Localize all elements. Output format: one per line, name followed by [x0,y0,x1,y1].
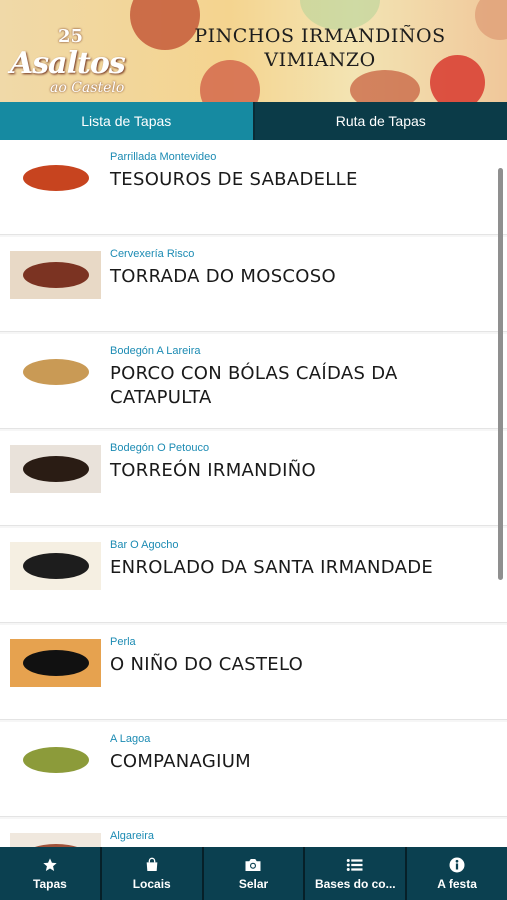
dish-image [22,262,89,288]
bottom-navigation: Tapas Locais Selar Bases do co... A fest… [0,847,507,900]
bar-name: Bodegón O Petouco [110,442,210,454]
tapa-name: TESOUROS DE SABADELLE [110,169,358,190]
tapa-thumbnail [10,348,101,396]
tapa-thumbnail [10,639,101,687]
bar-name: Perla [110,636,136,648]
tapas-list[interactable]: Parrillada Montevideo TESOUROS DE SABADE… [0,140,507,847]
nav-label: Tapas [33,877,67,891]
tapa-thumbnail [10,542,101,590]
tapa-thumbnail [10,445,101,493]
star-icon [40,856,60,874]
page-title: PINCHOS IRMANDIÑOS VIMIANZO [180,24,460,72]
bar-name: Parrillada Montevideo [110,151,217,163]
decor-shape [475,0,507,40]
tapa-thumbnail [10,154,101,202]
nav-tapas[interactable]: Tapas [0,847,100,900]
nav-locais[interactable]: Locais [99,847,202,900]
tapa-name: TORRADA DO MOSCOSO [110,266,336,287]
tapa-name: TORREÓN IRMANDIÑO [110,460,316,481]
header-banner: 25 Asaltos ao Castelo PINCHOS IRMANDIÑOS… [0,0,507,102]
tab-bar: Lista de Tapas Ruta de Tapas [0,102,507,140]
nav-label: Selar [238,877,269,891]
title-line-1: PINCHOS IRMANDIÑOS [194,25,446,47]
list-item[interactable]: Bar O Agocho ENROLADO DA SANTA IRMANDADE [0,528,507,623]
dish-image [22,165,89,191]
tab-lista-de-tapas[interactable]: Lista de Tapas [0,102,253,140]
tapa-name: ENROLADO DA SANTA IRMANDADE [110,557,434,578]
list-icon [345,856,365,874]
info-icon [447,856,467,874]
scrollbar[interactable] [498,168,503,580]
bar-name: A Lagoa [110,733,151,745]
decor-shape [350,70,420,102]
tapa-name: O NIÑO DO CASTELO [110,654,304,675]
bar-name: Bar O Agocho [110,539,179,551]
nav-label: Bases do co... [314,877,396,891]
dish-image [22,650,89,676]
nav-label: Locais [132,877,171,891]
logo-number: 25 [58,26,84,47]
dish-image [22,747,89,773]
tapa-thumbnail [10,251,101,299]
camera-icon [243,856,263,874]
list-item[interactable]: Bodegón A Lareira PORCO CON BÓLAS CAÍDAS… [0,334,507,429]
logo-text: Asaltos [10,46,126,81]
dish-image [22,456,89,482]
dish-image [22,553,89,579]
tapa-name: PORCO CON BÓLAS CAÍDAS DA CATAPULTA [110,363,398,408]
logo-subtext: ao Castelo [50,80,125,96]
list-item[interactable]: Parrillada Montevideo TESOUROS DE SABADE… [0,140,507,235]
bar-name: Algareira [110,830,155,842]
tapa-thumbnail [10,736,101,784]
nav-selar[interactable]: Selar [201,847,304,900]
list-item[interactable]: Cervexería Risco TORRADA DO MOSCOSO [0,237,507,332]
nav-bases[interactable]: Bases do co... [303,847,406,900]
tapa-thumbnail [10,833,101,847]
bar-name: Cervexería Risco [110,248,195,260]
tab-ruta-de-tapas[interactable]: Ruta de Tapas [252,102,507,140]
festival-logo: 25 Asaltos ao Castelo [10,8,126,98]
bar-name: Bodegón A Lareira [110,345,201,357]
bag-icon [142,856,162,874]
list-item[interactable]: Algareira [0,819,507,847]
title-line-2: VIMIANZO [264,49,376,71]
dish-image [22,359,89,385]
tapa-name: COMPANAGIUM [110,751,252,772]
list-item[interactable]: A Lagoa COMPANAGIUM [0,722,507,817]
list-item[interactable]: Perla O NIÑO DO CASTELO [0,625,507,720]
nav-label: A festa [437,877,477,891]
list-item[interactable]: Bodegón O Petouco TORREÓN IRMANDIÑO [0,431,507,526]
nav-a-festa[interactable]: A festa [405,847,507,900]
